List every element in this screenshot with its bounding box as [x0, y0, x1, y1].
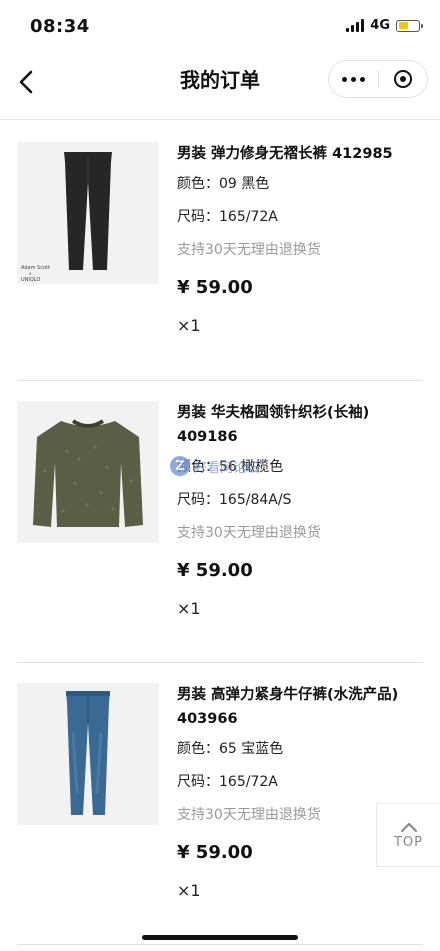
- product-name: 男装 高弹力紧身牛仔裤(水洗产品) 403966: [177, 687, 399, 727]
- more-dots-icon: [341, 76, 365, 82]
- status-time: 08:34: [30, 16, 90, 37]
- status-bar: 08:34 4G: [0, 0, 440, 52]
- product-info: 男装 高弹力紧身牛仔裤(水洗产品) 403966 颜色：65 宝蓝色 尺码：16…: [177, 683, 427, 903]
- divider: [17, 944, 423, 945]
- return-policy: 支持30天无理由退换货: [177, 242, 321, 258]
- order-item[interactable]: 男装 华夫格圆领针织衫(长袖) 409186 颜色：56 橄榄色 尺码：165/…: [17, 401, 423, 621]
- close-miniprogram-button[interactable]: [379, 61, 428, 97]
- brand-text-line3: UNIQLO: [21, 277, 40, 283]
- home-indicator[interactable]: [142, 935, 298, 940]
- product-quantity: ×1: [177, 316, 201, 335]
- product-info: 男装 弹力修身无褶长裤 412985 颜色：09 黑色 尺码：165/72A 支…: [177, 142, 427, 338]
- blue-jeans-image: [17, 683, 159, 825]
- target-circle-icon: [393, 70, 412, 88]
- network-label: 4G: [370, 18, 390, 33]
- order-item[interactable]: Adam Scott x UNIQLO 男装 弹力修身无褶长裤 412985 颜…: [17, 142, 423, 342]
- product-name: 男装 弹力修身无褶长裤 412985: [177, 146, 393, 162]
- black-pants-image: Adam Scott x UNIQLO: [17, 142, 159, 284]
- divider: [17, 662, 423, 663]
- product-info: 男装 华夫格圆领针织衫(长袖) 409186 颜色：56 橄榄色 尺码：165/…: [177, 401, 427, 621]
- divider: [17, 380, 423, 381]
- back-to-top-button[interactable]: TOP: [376, 803, 440, 867]
- product-quantity: ×1: [177, 881, 201, 900]
- product-size: 尺码：165/84A/S: [177, 492, 292, 508]
- signal-icon: [346, 19, 365, 32]
- chevron-up-icon: [400, 822, 417, 832]
- brand-text-line1: Adam Scott: [21, 265, 50, 271]
- olive-sweater-image: [17, 401, 159, 543]
- product-quantity: ×1: [177, 599, 201, 618]
- battery-level: [398, 22, 409, 29]
- more-button[interactable]: [329, 61, 378, 97]
- top-label: TOP: [393, 834, 423, 850]
- product-name: 男装 华夫格圆领针织衫(长袖) 409186: [177, 405, 370, 445]
- product-color: 颜色：56 橄榄色: [177, 459, 284, 475]
- return-policy: 支持30天无理由退换货: [177, 525, 321, 541]
- nav-bar: 我的订单: [0, 52, 440, 120]
- product-image-jeans[interactable]: [17, 683, 159, 825]
- product-color: 颜色：09 黑色: [177, 176, 270, 192]
- product-color: 颜色：65 宝蓝色: [177, 741, 284, 757]
- miniprogram-capsule: [328, 60, 428, 98]
- product-price: ¥ 59.00: [177, 277, 253, 298]
- order-item[interactable]: 男装 高弹力紧身牛仔裤(水洗产品) 403966 颜色：65 宝蓝色 尺码：16…: [17, 683, 423, 903]
- status-indicators: 4G: [346, 18, 423, 33]
- battery-icon: [396, 19, 423, 32]
- product-price: ¥ 59.00: [177, 560, 253, 581]
- product-image-pants[interactable]: Adam Scott x UNIQLO: [17, 142, 159, 284]
- product-size: 尺码：165/72A: [177, 209, 278, 225]
- product-size: 尺码：165/72A: [177, 774, 278, 790]
- product-image-sweater[interactable]: [17, 401, 159, 543]
